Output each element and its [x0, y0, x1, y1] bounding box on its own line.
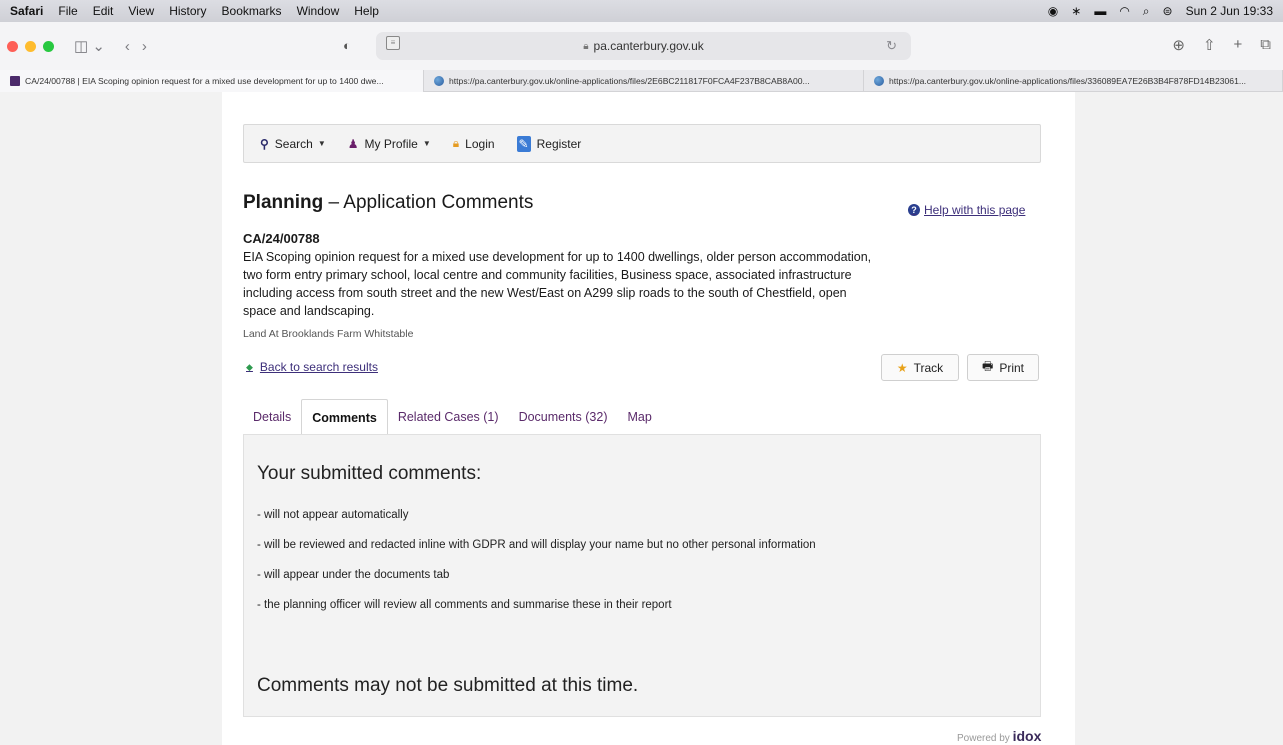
search-icon: ⚲ [260, 136, 269, 151]
application-tabs: Details Comments Related Cases (1) Docum… [243, 399, 662, 435]
nav-login[interactable]: 🔒︎ Login [453, 136, 495, 151]
window-controls [7, 40, 54, 52]
nav-register[interactable]: ✎ Register [516, 135, 582, 152]
print-button[interactable]: 🖶 Print [967, 354, 1039, 381]
nav-my-profile[interactable]: ♟ My Profile ▼ [348, 137, 431, 151]
idox-logo: idox [1012, 728, 1042, 744]
globe-favicon-icon [874, 76, 884, 86]
zoom-window-button[interactable] [43, 40, 54, 52]
back-to-search-link[interactable]: ◆ Back to search results [246, 360, 378, 374]
url-text: pa.canterbury.gov.uk [593, 39, 704, 53]
application-address: Land At Brooklands Farm Whitstable [243, 328, 414, 340]
page-title-rest: – Application Comments [323, 192, 534, 213]
battery-icon[interactable]: ▬ [1094, 4, 1106, 18]
comments-panel: Your submitted comments: - will not appe… [243, 434, 1041, 717]
nav-search-label: Search [274, 136, 313, 151]
sidebar-icon[interactable]: ◫ ⌄ [74, 37, 105, 55]
track-button[interactable]: ★ Track [881, 354, 959, 381]
comments-heading: Your submitted comments: [257, 463, 482, 484]
close-window-button[interactable] [7, 40, 18, 52]
arrow-left-icon: ◆ [246, 361, 253, 372]
help-link-label: Help with this page [924, 203, 1026, 217]
menu-bookmarks[interactable]: Bookmarks [222, 4, 282, 18]
browser-tab-1[interactable]: CA/24/00788 | EIA Scoping opinion reques… [0, 70, 424, 92]
browser-tab-3[interactable]: https://pa.canterbury.gov.uk/online-appl… [864, 70, 1283, 92]
chevron-down-icon: ▼ [317, 139, 326, 148]
tab-title: https://pa.canterbury.gov.uk/online-appl… [889, 76, 1247, 86]
tab-comments[interactable]: Comments [301, 399, 388, 435]
back-link-label: Back to search results [259, 360, 378, 374]
web-page: ⚲ Search ▼ ♟ My Profile ▼ 🔒︎ Login ✎ Reg… [222, 92, 1075, 745]
menu-app-safari[interactable]: Safari [10, 4, 43, 18]
question-icon: ? [908, 204, 920, 216]
toolbar-right: ⊕ ⇧ + ⧉ [1172, 36, 1271, 54]
powered-by-text: Powered by [957, 733, 1010, 744]
bluetooth-icon[interactable]: ∗ [1071, 4, 1081, 18]
reader-icon[interactable]: ≡ [386, 36, 400, 50]
comment-info-item: - will appear under the documents tab [257, 569, 450, 581]
menu-file[interactable]: File [58, 4, 77, 18]
menu-help[interactable]: Help [354, 4, 379, 18]
siri-icon[interactable]: ◉ [1048, 4, 1058, 18]
application-description: EIA Scoping opinion request for a mixed … [243, 250, 872, 318]
back-icon[interactable]: ‹ [125, 38, 130, 55]
nav-profile-label: My Profile [364, 136, 418, 151]
forward-icon[interactable]: › [142, 38, 147, 55]
page-title: Planning – Application Comments [243, 192, 533, 214]
menubar-datetime[interactable]: Sun 2 Jun 19:33 [1186, 4, 1273, 18]
comment-info-item: - will be reviewed and redacted inline w… [257, 539, 816, 551]
star-icon: ★ [896, 360, 908, 375]
globe-favicon-icon [434, 76, 444, 86]
wifi-icon[interactable]: ◠ [1119, 4, 1129, 18]
padlock-icon: 🔒︎ [452, 136, 460, 150]
print-label: Print [999, 360, 1024, 375]
register-icon: ✎ [516, 135, 531, 152]
tab-map[interactable]: Map [618, 399, 662, 435]
comment-info-item: - the planning officer will review all c… [257, 599, 672, 611]
nav-login-label: Login [465, 136, 495, 151]
printer-icon: 🖶 [981, 359, 994, 373]
minimize-window-button[interactable] [25, 40, 36, 52]
comment-info-item: - will not appear automatically [257, 509, 409, 521]
site-navbar: ⚲ Search ▼ ♟ My Profile ▼ 🔒︎ Login ✎ Reg… [243, 124, 1041, 163]
chevron-down-icon: ▼ [422, 139, 431, 148]
downloads-icon[interactable]: ⊕ [1172, 36, 1185, 54]
menu-history[interactable]: History [169, 4, 206, 18]
powered-by-idox: Powered by idox [957, 728, 1041, 744]
lock-icon: 🔒︎ [583, 40, 589, 52]
nav-search[interactable]: ⚲ Search ▼ [260, 137, 326, 151]
control-center-icon[interactable]: ⊜ [1163, 4, 1173, 18]
privacy-shield-icon[interactable]: ◐ [343, 38, 351, 53]
council-favicon-icon [10, 76, 20, 86]
comments-closed-message: Comments may not be submitted at this ti… [257, 675, 639, 696]
tab-title: https://pa.canterbury.gov.uk/online-appl… [449, 76, 810, 86]
address-bar[interactable]: 🔒︎ pa.canterbury.gov.uk ↻ [376, 32, 911, 60]
menu-window[interactable]: Window [297, 4, 340, 18]
menu-edit[interactable]: Edit [93, 4, 114, 18]
help-link[interactable]: ? Help with this page [908, 203, 1025, 217]
browser-toolbar: ◫ ⌄ ‹ › ◐ 🔒︎ pa.canterbury.gov.uk ↻ ≡ ⊕ … [0, 22, 1283, 70]
user-icon: ♟ [347, 136, 359, 151]
browser-tabs: CA/24/00788 | EIA Scoping opinion reques… [0, 70, 1283, 92]
reload-icon[interactable]: ↻ [886, 38, 897, 54]
tab-details[interactable]: Details [243, 399, 301, 435]
new-tab-icon[interactable]: + [1234, 36, 1243, 54]
macos-menubar: Safari File Edit View History Bookmarks … [0, 0, 1283, 22]
tab-documents[interactable]: Documents (32) [509, 399, 618, 435]
spotlight-icon[interactable]: ⌕ [1143, 4, 1150, 19]
menu-view[interactable]: View [128, 4, 154, 18]
tab-related-cases[interactable]: Related Cases (1) [388, 399, 509, 435]
menubar-status: ◉ ∗ ▬ ◠ ⌕ ⊜ Sun 2 Jun 19:33 [1048, 4, 1273, 19]
browser-tab-2[interactable]: https://pa.canterbury.gov.uk/online-appl… [424, 70, 864, 92]
application-reference: CA/24/00788 [243, 231, 320, 246]
tab-overview-icon[interactable]: ⧉ [1260, 36, 1271, 54]
share-icon[interactable]: ⇧ [1203, 36, 1216, 54]
nav-register-label: Register [536, 136, 582, 151]
page-title-bold: Planning [243, 192, 324, 213]
track-label: Track [913, 360, 944, 375]
tab-title: CA/24/00788 | EIA Scoping opinion reques… [25, 76, 384, 86]
